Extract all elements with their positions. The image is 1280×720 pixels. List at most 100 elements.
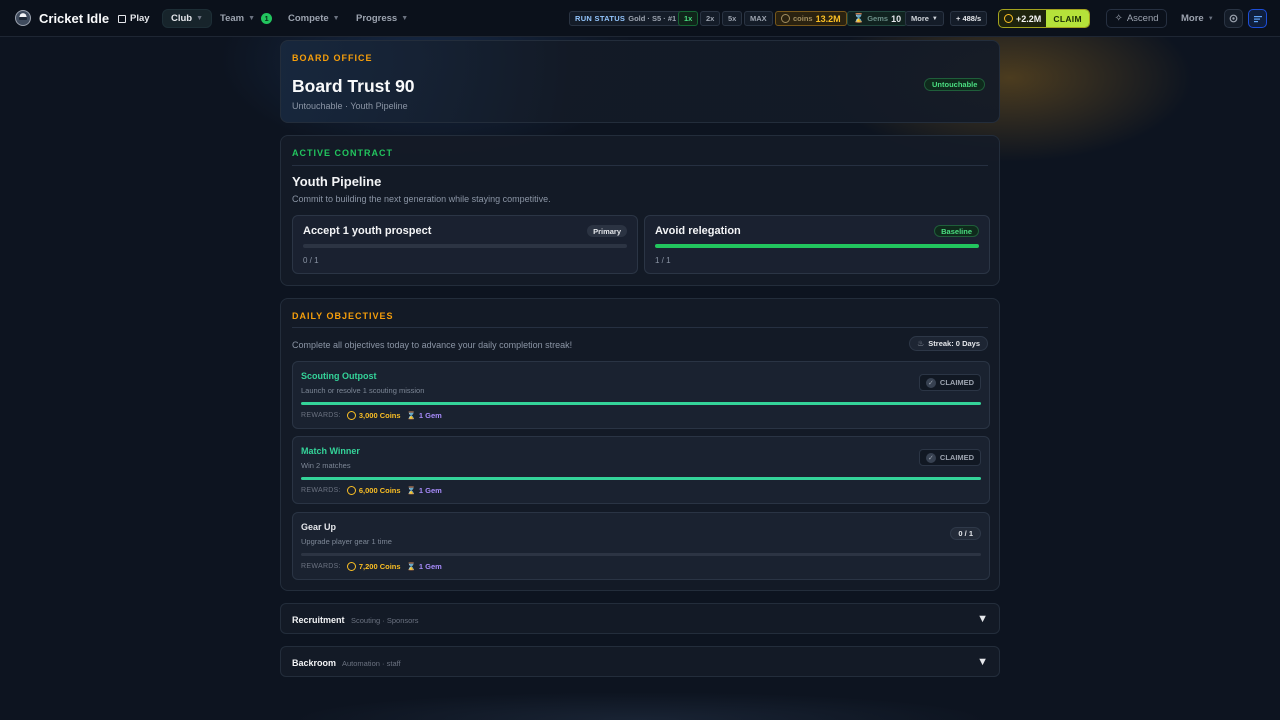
chevron-down-icon: ▼: [401, 15, 409, 22]
run-status-value: Gold · S5 · #1: [628, 14, 677, 23]
nav-team-label: Team: [220, 13, 245, 24]
nav-club-label: Club: [171, 13, 193, 24]
section-title: Backroom: [292, 658, 337, 668]
active-contract-heading: ACTIVE CONTRACT: [292, 148, 393, 158]
recruitment-section-toggle[interactable]: Recruitment Scouting · Sponsors ▼: [280, 603, 1000, 634]
speed-2x-button[interactable]: 2x: [700, 11, 721, 26]
status-badge: Untouchable: [924, 78, 986, 91]
sparkle-icon: ✧: [1114, 13, 1123, 24]
reward-coins: 3,000 Coins: [346, 411, 401, 420]
reward-gems-value: 1 Gem: [418, 486, 442, 495]
top-nav-bar: Cricket Idle Play Club ▼ Team ▼ 1 Compet…: [0, 0, 1280, 37]
nav-play-button[interactable]: Play: [110, 9, 158, 28]
claimed-button[interactable]: ✓ CLAIMED: [919, 374, 981, 391]
speed-max-button[interactable]: MAX: [744, 11, 773, 26]
board-office-card: BOARD OFFICE Board Trust 90 Untouchable …: [280, 40, 1000, 123]
coins-value: 13.2M: [815, 13, 841, 24]
speed-5x-button[interactable]: 5x: [722, 11, 743, 26]
task-count-badge: 0 / 1: [950, 527, 981, 540]
nav-team-button[interactable]: Team ▼ 1: [212, 9, 280, 28]
nav-compete-button[interactable]: Compete ▼: [280, 9, 348, 28]
coins-label: coins: [793, 14, 813, 23]
contract-objective: Accept 1 youth prospect Primary 0 / 1: [292, 215, 638, 274]
objective-progress-text: 0 / 1: [303, 256, 319, 265]
coin-icon: [346, 486, 356, 495]
section-subtitle: Scouting · Sponsors: [351, 616, 419, 625]
list-icon: [1253, 15, 1262, 22]
coins-balance: coins 13.2M: [775, 11, 847, 26]
streak-badge: ♨ Streak: 0 Days: [909, 336, 988, 351]
objective-title: Accept 1 youth prospect: [303, 225, 432, 237]
task-progress-bar: [301, 477, 981, 480]
menu-list-button[interactable]: [1248, 9, 1267, 28]
ascend-label: Ascend: [1126, 13, 1159, 24]
coin-icon: [781, 14, 790, 23]
reward-coins-value: 7,200 Coins: [358, 562, 401, 571]
chevron-down-icon: ▼: [332, 15, 340, 22]
settings-button[interactable]: [1224, 9, 1243, 28]
gems-value: 10: [891, 13, 902, 24]
claimed-button[interactable]: ✓ CLAIMED: [919, 449, 981, 466]
contract-title: Youth Pipeline: [292, 174, 382, 189]
reward-coins: 6,000 Coins: [346, 486, 401, 495]
more-menu-label: More: [1181, 13, 1204, 24]
income-rate: + 488/s: [950, 11, 988, 26]
contract-objective: Avoid relegation Baseline 1 / 1: [644, 215, 990, 274]
play-icon: [118, 14, 126, 23]
coin-icon: [346, 562, 356, 571]
active-contract-card: ACTIVE CONTRACT Youth Pipeline Commit to…: [280, 135, 1000, 286]
gem-icon: ⌛: [853, 13, 865, 23]
objective-progress-text: 1 / 1: [655, 256, 671, 265]
coin-icon: [346, 411, 356, 420]
section-subtitle: Automation · staff: [342, 659, 401, 668]
team-notification-badge: 1: [261, 13, 273, 24]
objective-progress-bar: [655, 244, 979, 248]
ascend-button[interactable]: ✧ Ascend: [1106, 9, 1167, 28]
task-description: Win 2 matches: [301, 461, 351, 470]
more-menu-button[interactable]: More ▼: [1175, 9, 1220, 28]
currency-more-button[interactable]: More ▼: [905, 11, 944, 26]
chevron-down-icon: ▼: [977, 613, 988, 625]
streak-label: Streak: 0 Days: [928, 339, 980, 348]
task-title: Scouting Outpost: [301, 371, 377, 381]
objective-progress-bar: [303, 244, 627, 248]
reward-gems: ⌛ 1 Gem: [407, 486, 442, 495]
nav-progress-button[interactable]: Progress ▼: [348, 9, 416, 28]
nav-compete-label: Compete: [288, 13, 329, 24]
task-rewards: REWARDS: 3,000 Coins ⌛ 1 Gem: [301, 411, 442, 420]
flame-icon: ♨: [917, 339, 925, 348]
check-icon: ✓: [925, 452, 936, 463]
reward-gems-value: 1 Gem: [418, 562, 442, 571]
contract-description: Commit to building the next generation w…: [292, 194, 551, 204]
nav-play-label: Play: [130, 13, 150, 24]
section-title: Recruitment: [292, 615, 345, 625]
check-icon: ✓: [925, 377, 936, 388]
backroom-section-toggle[interactable]: Backroom Automation · staff ▼: [280, 646, 1000, 677]
task-title: Gear Up: [301, 522, 337, 532]
gem-icon: ⌛: [406, 411, 416, 420]
chevron-down-icon: ▼: [931, 15, 938, 22]
task-description: Launch or resolve 1 scouting mission: [301, 386, 425, 395]
rewards-label: REWARDS:: [301, 412, 341, 419]
objective-tag: Baseline: [934, 225, 979, 237]
divider: [292, 327, 988, 328]
reward-gems-value: 1 Gem: [418, 411, 442, 420]
chevron-down-icon: ▼: [196, 15, 204, 22]
board-trust-subtitle: Untouchable · Youth Pipeline: [292, 101, 408, 111]
run-status-pill: RUN STATUS Gold · S5 · #1: [569, 11, 683, 26]
daily-task: Scouting Outpost Launch or resolve 1 sco…: [292, 361, 990, 429]
nav-club-button[interactable]: Club ▼: [162, 9, 213, 28]
task-rewards: REWARDS: 7,200 Coins ⌛ 1 Gem: [301, 562, 442, 571]
gem-icon: ⌛: [406, 562, 416, 571]
claim-button[interactable]: CLAIM: [1046, 10, 1089, 27]
gem-icon: ⌛: [406, 486, 416, 495]
task-progress-bar: [301, 402, 981, 405]
reward-gems: ⌛ 1 Gem: [407, 411, 442, 420]
speed-1x-button[interactable]: 1x: [678, 11, 699, 26]
cricket-ball-logo-icon: [15, 10, 31, 26]
claimed-label: CLAIMED: [939, 453, 975, 462]
board-office-heading: BOARD OFFICE: [292, 53, 373, 63]
chevron-down-icon: ▼: [1207, 15, 1214, 22]
run-status-label: RUN STATUS: [575, 14, 626, 23]
task-title: Match Winner: [301, 446, 360, 456]
